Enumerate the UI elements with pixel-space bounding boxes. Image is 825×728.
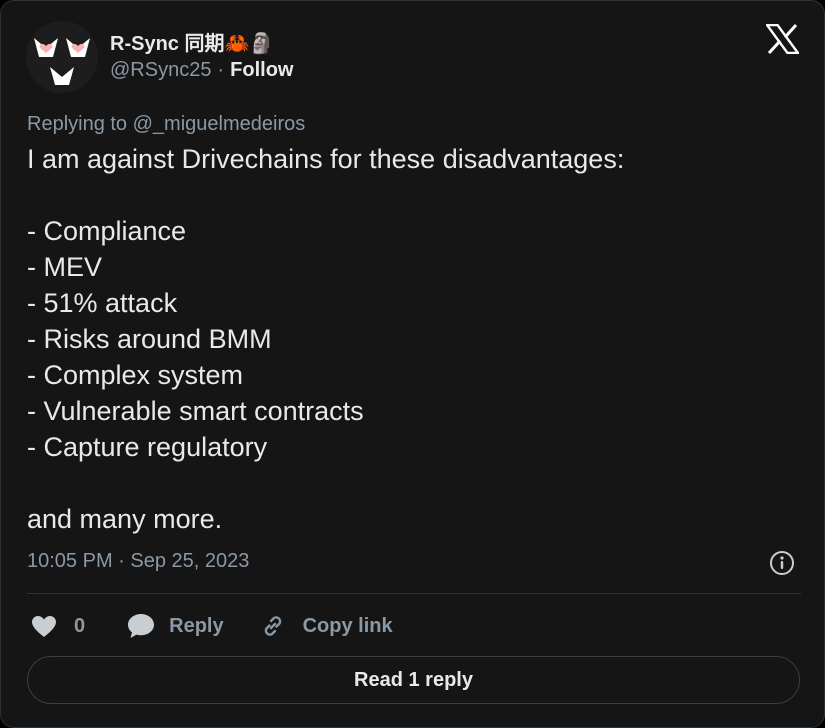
replying-to: Replying to @_miguelmedeiros bbox=[27, 113, 305, 136]
author-handle-row: @RSync25 · Follow bbox=[110, 58, 293, 82]
author-display-name[interactable]: R-Sync 同期🦀🗿 bbox=[110, 27, 274, 56]
copy-link-label: Copy link bbox=[302, 614, 393, 637]
author-avatar[interactable] bbox=[26, 21, 98, 93]
link-icon bbox=[260, 613, 286, 639]
follow-link[interactable]: Follow bbox=[230, 59, 293, 82]
speech-bubble-icon bbox=[127, 613, 155, 639]
post-card: R-Sync 同期🦀🗿 @RSync25 · Follow Replying t… bbox=[0, 0, 825, 728]
x-logo-icon[interactable] bbox=[764, 23, 801, 55]
read-replies-label: Read 1 reply bbox=[354, 668, 473, 691]
replying-to-mention[interactable]: @_miguelmedeiros bbox=[133, 113, 306, 135]
reply-label: Reply bbox=[169, 614, 224, 637]
heart-icon bbox=[31, 615, 57, 638]
like-count: 0 bbox=[74, 614, 86, 637]
copy-link-button[interactable]: Copy link bbox=[260, 613, 393, 639]
author-name-row: R-Sync 同期🦀🗿 bbox=[110, 27, 274, 56]
read-replies-button[interactable]: Read 1 reply bbox=[27, 656, 800, 704]
handle-separator: · bbox=[217, 58, 225, 81]
heart-eyes-face-avatar-icon bbox=[26, 21, 98, 93]
like-button[interactable]: 0 bbox=[31, 615, 85, 638]
replying-to-prefix: Replying to bbox=[27, 113, 128, 135]
divider bbox=[27, 593, 801, 594]
action-bar: 0 Reply Copy link bbox=[31, 610, 393, 642]
author-handle[interactable]: @RSync25 bbox=[110, 59, 211, 82]
post-timestamp[interactable]: 10:05 PM · Sep 25, 2023 bbox=[27, 550, 249, 573]
post-body-text: I am against Drivechains for these disad… bbox=[27, 144, 625, 534]
info-icon[interactable] bbox=[769, 550, 795, 576]
reply-button[interactable]: Reply bbox=[127, 613, 224, 639]
